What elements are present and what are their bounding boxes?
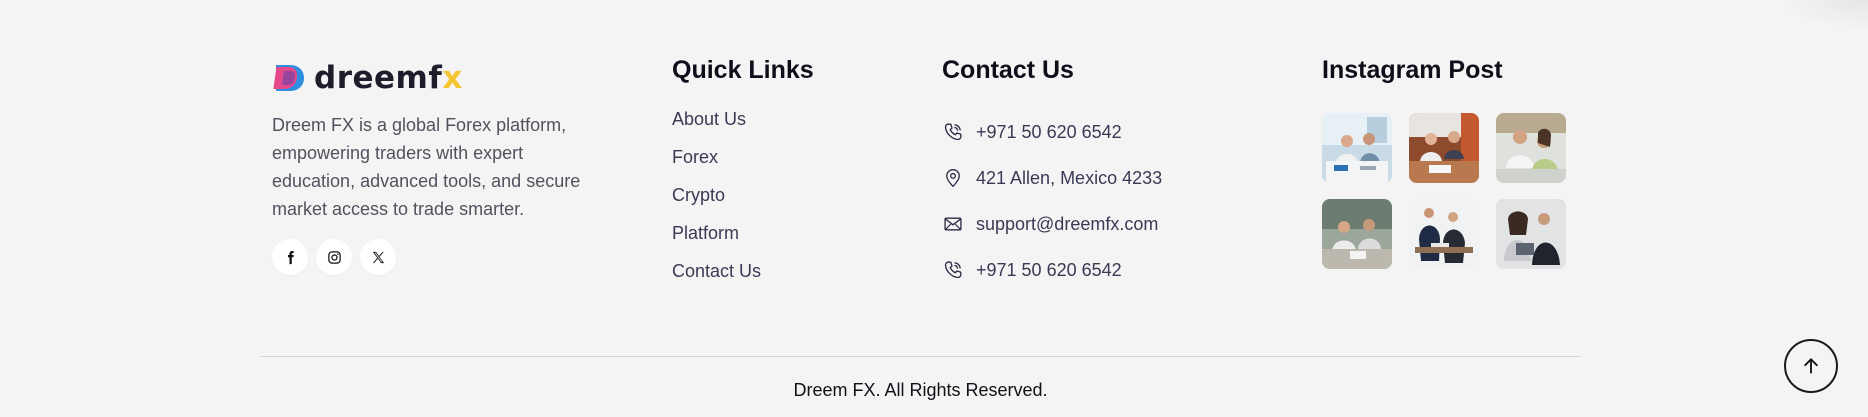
instagram-title: Instagram Post: [1322, 56, 1503, 84]
back-to-top-button[interactable]: [1784, 339, 1838, 393]
facebook-link[interactable]: [272, 239, 308, 275]
phone-icon: [942, 259, 964, 281]
instagram-post-3[interactable]: [1496, 113, 1566, 183]
instagram-post-1[interactable]: [1322, 113, 1392, 183]
phone-icon: [942, 121, 964, 143]
contact-phone-2-text: +971 50 620 6542: [976, 259, 1122, 280]
contact-list: +971 50 620 6542 421 Allen, Mexico 4233 …: [942, 109, 1162, 293]
logo-text-main: dreemf: [314, 60, 443, 96]
instagram-post-4[interactable]: [1322, 199, 1392, 269]
instagram-post-2[interactable]: [1409, 113, 1479, 183]
footer-divider: [261, 356, 1581, 357]
instagram-link[interactable]: [316, 239, 352, 275]
contact-email-text: support@dreemfx.com: [976, 213, 1159, 234]
instagram-grid: [1322, 113, 1566, 269]
contact-address-text: 421 Allen, Mexico 4233: [976, 167, 1163, 188]
contact-column: Contact Us +971 50 620 6542 421 Allen, M…: [942, 55, 1162, 293]
contact-item-email[interactable]: support@dreemfx.com: [942, 201, 1162, 247]
location-pin-icon: [942, 167, 964, 189]
contact-phone-text: +971 50 620 6542: [976, 121, 1122, 142]
copyright-text: Dreem FX. All Rights Reserved.: [793, 380, 1048, 400]
site-footer: dreemfx Dreem FX is a global Forex platf…: [0, 0, 1868, 417]
contact-item-address: 421 Allen, Mexico 4233: [942, 155, 1162, 201]
instagram-column: Instagram Post: [1322, 55, 1566, 269]
quick-link-about-us[interactable]: About Us: [672, 109, 814, 147]
mail-icon: [942, 213, 964, 235]
quick-links-list: About Us Forex Crypto Platform Contact U…: [672, 109, 814, 299]
instagram-post-5[interactable]: [1409, 199, 1479, 269]
logo-text: dreemfx: [314, 60, 463, 96]
quick-link-platform[interactable]: Platform: [672, 223, 814, 261]
logo[interactable]: dreemfx: [272, 60, 592, 96]
instagram-post-6[interactable]: [1496, 199, 1566, 269]
x-twitter-link[interactable]: [360, 239, 396, 275]
arrow-up-icon: [1804, 358, 1818, 374]
brand-column: dreemfx Dreem FX is a global Forex platf…: [272, 60, 592, 275]
contact-title: Contact Us: [942, 56, 1074, 84]
logo-text-accent: x: [442, 60, 463, 96]
facebook-icon: [287, 250, 294, 264]
corner-shadow: [1778, 0, 1868, 30]
contact-item-phone[interactable]: +971 50 620 6542: [942, 109, 1162, 155]
brand-description: Dreem FX is a global Forex platform, emp…: [272, 115, 581, 219]
quick-link-contact-us[interactable]: Contact Us: [672, 261, 814, 299]
dreemfx-logo-icon: [273, 65, 304, 91]
x-twitter-icon: [372, 251, 384, 263]
quick-link-crypto[interactable]: Crypto: [672, 185, 814, 223]
instagram-icon: [327, 250, 341, 264]
quick-links-column: Quick Links About Us Forex Crypto Platfo…: [672, 55, 814, 299]
social-links: [272, 239, 592, 275]
quick-link-forex[interactable]: Forex: [672, 147, 814, 185]
contact-item-phone-2[interactable]: +971 50 620 6542: [942, 247, 1162, 293]
quick-links-title: Quick Links: [672, 56, 814, 84]
